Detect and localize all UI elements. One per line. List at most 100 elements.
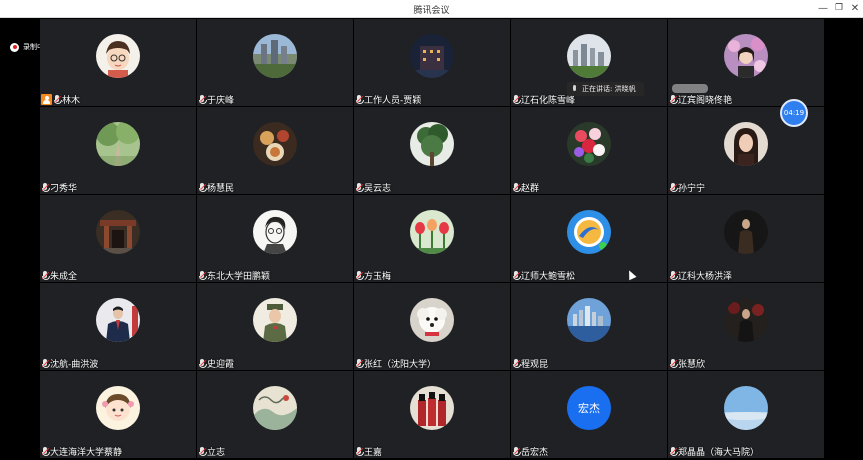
participant-name: 辽科大杨洪泽 [678, 272, 733, 282]
participant-name: 赵群 [521, 184, 540, 194]
participant-tile[interactable]: 程观昆 [511, 283, 667, 370]
participant-tile[interactable]: 朱成全 [40, 195, 196, 282]
participant-avatar [724, 210, 768, 254]
participant-tile[interactable]: 吴云志 [354, 107, 510, 194]
participant-avatar [96, 210, 140, 254]
mic-muted-icon [41, 358, 50, 369]
mic-muted-icon [355, 358, 364, 369]
participant-name-tag: 辽石化陈雪峰 [512, 94, 575, 106]
participant-avatar [253, 210, 297, 254]
participant-name: 吴云志 [364, 184, 392, 194]
participant-tile[interactable]: 大连海洋大学蔡静 [40, 371, 196, 458]
speaking-label: 正在讲话: 洪晓帆 [582, 85, 636, 93]
mic-muted-icon [198, 182, 207, 193]
left-panel [0, 19, 40, 460]
participant-avatar [410, 122, 454, 166]
participant-name-tag: 朱成全 [41, 270, 77, 282]
participant-name-tag: 张慧欣 [669, 358, 706, 370]
participant-avatar [567, 210, 611, 254]
participant-name-tag: 史迎霞 [198, 358, 234, 370]
participant-tile[interactable]: 赵群 [511, 107, 667, 194]
participant-name: 于庆峰 [207, 96, 235, 106]
participant-name: 杨慧民 [207, 184, 235, 194]
mic-muted-icon [355, 94, 364, 105]
participant-tile[interactable]: 刁秀华 [40, 107, 196, 194]
blurred-region [672, 84, 708, 93]
participant-name-tag: 赵群 [512, 182, 540, 194]
speaking-mic-icon [571, 84, 578, 94]
participant-tile[interactable]: 辽师大鲍雪松 [511, 195, 667, 282]
participant-name-tag: 沈航-曲洪波 [41, 358, 98, 370]
participant-tile[interactable]: 宏杰 岳宏杰 [511, 371, 667, 458]
participant-name: 东北大学田鹏颖 [207, 272, 271, 282]
mic-muted-icon [669, 270, 678, 281]
participant-avatar [724, 298, 768, 342]
participant-name-tag: 吴云志 [355, 182, 392, 194]
mic-muted-icon [41, 446, 50, 457]
participant-name: 张慧欣 [678, 360, 706, 370]
participant-avatar [410, 386, 454, 430]
record-icon [10, 42, 19, 52]
participant-avatar [253, 34, 297, 78]
mic-muted-icon [41, 270, 50, 281]
minimize-button[interactable]: — [815, 1, 831, 16]
participant-name-tag: 郑晶晶（海大马院） [669, 446, 760, 458]
participant-name: 岳宏杰 [521, 448, 549, 458]
participant-tile[interactable]: 辽科大杨洪泽 [668, 195, 824, 282]
participant-tile[interactable]: 张红（沈阳大学） [354, 283, 510, 370]
participant-tile[interactable]: 工作人员-贾颖 [354, 19, 510, 106]
title-bar: 腾讯会议 — ❐ ✕ [0, 0, 863, 18]
participant-tile[interactable]: 林木 [40, 19, 196, 106]
close-button[interactable]: ✕ [847, 1, 863, 16]
mic-muted-icon [512, 446, 521, 457]
participant-tile[interactable]: 张慧欣 [668, 283, 824, 370]
mic-muted-icon [512, 358, 521, 369]
mic-muted-icon [512, 270, 521, 281]
participant-avatar [567, 298, 611, 342]
participant-tile[interactable]: 史迎霞 [197, 283, 353, 370]
mic-muted-icon [355, 446, 364, 457]
right-margin [824, 19, 863, 460]
participant-tile[interactable]: 于庆峰 [197, 19, 353, 106]
participant-tile[interactable]: 杨慧民 [197, 107, 353, 194]
participant-name-tag: 辽宾阁晓佟艳 [669, 94, 733, 106]
participant-name: 张红（沈阳大学） [364, 360, 437, 370]
meeting-timer[interactable]: 04:19 [780, 99, 808, 127]
participant-tile[interactable]: 立志 [197, 371, 353, 458]
participant-name-tag: 辽师大鲍雪松 [512, 270, 575, 282]
participant-tile[interactable]: 郑晶晶（海大马院） [668, 371, 824, 458]
participant-tile[interactable]: 王嘉 [354, 371, 510, 458]
participant-name: 大连海洋大学蔡静 [50, 448, 123, 458]
participant-avatar [96, 34, 140, 78]
participant-avatar [567, 34, 611, 78]
mic-muted-icon [669, 94, 678, 105]
participant-name: 辽宾阁晓佟艳 [678, 96, 733, 106]
participant-name-tag: 岳宏杰 [512, 446, 549, 458]
maximize-button[interactable]: ❐ [831, 1, 847, 16]
participant-avatar [253, 122, 297, 166]
participant-avatar [410, 298, 454, 342]
participant-name: 工作人员-贾颖 [364, 96, 422, 106]
participant-name-tag: 辽科大杨洪泽 [669, 270, 733, 282]
participant-avatar [410, 210, 454, 254]
participant-tile[interactable]: 方玉梅 [354, 195, 510, 282]
mic-muted-icon [669, 358, 678, 369]
participant-tile[interactable]: 东北大学田鹏颖 [197, 195, 353, 282]
participant-avatar [724, 386, 768, 430]
participant-name-tag: 杨慧民 [198, 182, 235, 194]
participant-name: 郑晶晶（海大马院） [678, 448, 760, 458]
mic-muted-icon [355, 182, 364, 193]
participant-name: 立志 [207, 448, 226, 458]
mic-muted-icon [41, 182, 50, 193]
participant-tile[interactable]: 沈航-曲洪波 [40, 283, 196, 370]
mic-muted-icon [53, 94, 62, 105]
participant-name: 方玉梅 [364, 272, 392, 282]
participant-name-tag: 张红（沈阳大学） [355, 358, 437, 370]
participant-name-tag: 程观昆 [512, 358, 548, 370]
participant-name: 林木 [62, 96, 81, 106]
mic-muted-icon [355, 270, 364, 281]
mic-muted-icon [198, 446, 207, 457]
recording-indicator[interactable]: 录制中 [10, 42, 44, 52]
mic-muted-icon [198, 270, 207, 281]
participant-name-tag: 东北大学田鹏颖 [198, 270, 271, 282]
